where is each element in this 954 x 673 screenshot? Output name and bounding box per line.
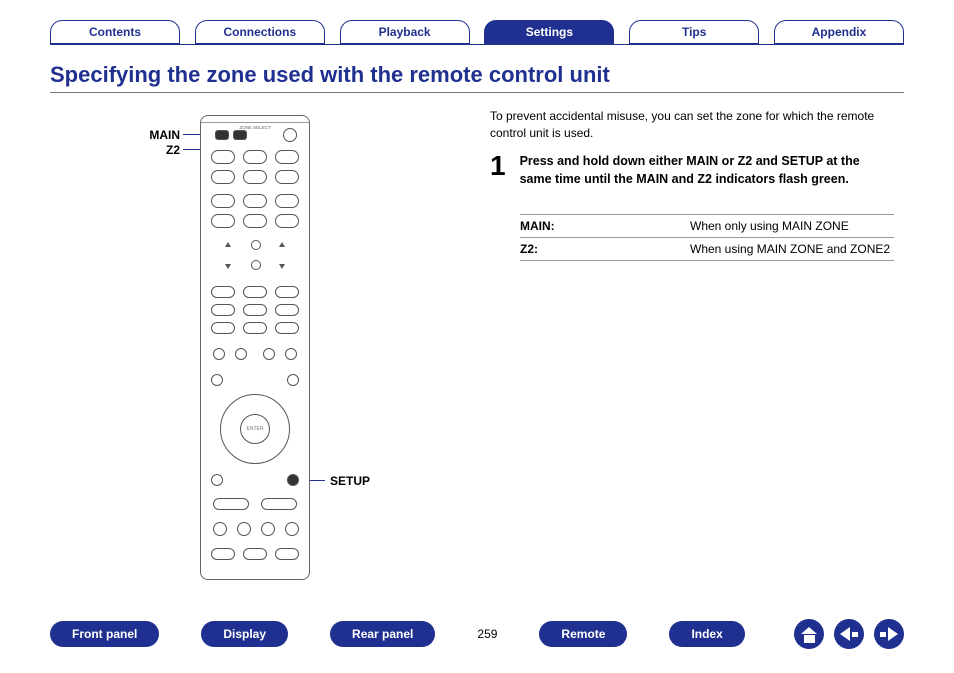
definitions-table: MAIN: When only using MAIN ZONE Z2: When… bbox=[520, 214, 894, 261]
remote-btn bbox=[211, 170, 235, 184]
sound-mode-btn bbox=[275, 548, 299, 560]
nav-icons bbox=[794, 619, 904, 649]
def-term-main: MAIN: bbox=[520, 219, 690, 233]
remote-btn bbox=[263, 348, 275, 360]
next-page-button[interactable] bbox=[874, 619, 904, 649]
table-row: Z2: When using MAIN ZONE and ZONE2 bbox=[520, 238, 894, 261]
intro-text: To prevent accidental misuse, you can se… bbox=[490, 108, 894, 143]
tab-settings[interactable]: Settings bbox=[484, 20, 614, 44]
remote-btn bbox=[213, 348, 225, 360]
remote-btn bbox=[211, 286, 235, 298]
remote-btn bbox=[211, 304, 235, 316]
page-number: 259 bbox=[477, 627, 497, 641]
tab-connections[interactable]: Connections bbox=[195, 20, 325, 44]
home-button[interactable] bbox=[794, 619, 824, 649]
power-button-icon bbox=[283, 128, 297, 142]
callout-setup-label: SETUP bbox=[330, 474, 390, 488]
nav-front-panel[interactable]: Front panel bbox=[50, 621, 159, 647]
nav-display[interactable]: Display bbox=[201, 621, 288, 647]
smart-select-4-icon bbox=[285, 522, 299, 536]
smart-select-3-icon bbox=[261, 522, 275, 536]
remote-btn bbox=[275, 194, 299, 208]
def-desc-z2: When using MAIN ZONE and ZONE2 bbox=[690, 242, 894, 256]
cursor-ring: ENTER bbox=[220, 394, 290, 464]
remote-btn bbox=[243, 322, 267, 334]
remote-btn bbox=[211, 194, 235, 208]
remote-btn bbox=[275, 322, 299, 334]
remote-btn bbox=[275, 286, 299, 298]
enter-button-icon: ENTER bbox=[240, 414, 270, 444]
tab-underline bbox=[50, 44, 904, 45]
remote-btn bbox=[287, 374, 299, 386]
vol-up-icon bbox=[279, 242, 285, 247]
tab-contents[interactable]: Contents bbox=[50, 20, 180, 44]
remote-btn bbox=[285, 348, 297, 360]
table-row: MAIN: When only using MAIN ZONE bbox=[520, 214, 894, 238]
setup-button-icon bbox=[287, 474, 299, 486]
remote-btn bbox=[243, 194, 267, 208]
sound-mode-btn bbox=[243, 548, 267, 560]
tab-playback[interactable]: Playback bbox=[340, 20, 470, 44]
nav-index[interactable]: Index bbox=[669, 621, 744, 647]
remote-btn bbox=[211, 374, 223, 386]
vol-down-icon bbox=[279, 264, 285, 269]
remote-btn bbox=[243, 170, 267, 184]
remote-body: ZONE SELECT bbox=[200, 115, 310, 580]
remote-illustration: ZONE SELECT bbox=[200, 115, 310, 580]
step-number: 1 bbox=[490, 152, 506, 188]
smart-select-1-icon bbox=[213, 522, 227, 536]
eco-btn-icon bbox=[251, 240, 261, 250]
def-term-z2: Z2: bbox=[520, 242, 690, 256]
nav-rear-panel[interactable]: Rear panel bbox=[330, 621, 435, 647]
remote-btn bbox=[211, 150, 235, 164]
remote-btn bbox=[211, 322, 235, 334]
title-underline bbox=[50, 92, 904, 93]
step-instruction: Press and hold down either MAIN or Z2 an… bbox=[520, 152, 894, 188]
back-btn-icon bbox=[211, 474, 223, 486]
callout-main-label: MAIN bbox=[110, 128, 180, 142]
sound-mode-btn bbox=[211, 548, 235, 560]
nav-remote[interactable]: Remote bbox=[539, 621, 627, 647]
arrow-right-icon bbox=[880, 627, 898, 641]
top-tab-bar: Contents Connections Playback Settings T… bbox=[50, 20, 904, 44]
ch-down-icon bbox=[225, 264, 231, 269]
z2-button-icon bbox=[233, 130, 247, 140]
remote-btn bbox=[211, 214, 235, 228]
tune-up-icon bbox=[261, 498, 297, 510]
mute-btn-icon bbox=[251, 260, 261, 270]
prev-page-button[interactable] bbox=[834, 619, 864, 649]
tab-appendix[interactable]: Appendix bbox=[774, 20, 904, 44]
page-title: Specifying the zone used with the remote… bbox=[50, 62, 610, 88]
tab-tips[interactable]: Tips bbox=[629, 20, 759, 44]
remote-btn bbox=[275, 304, 299, 316]
remote-btn bbox=[275, 214, 299, 228]
step-block: 1 Press and hold down either MAIN or Z2 … bbox=[490, 152, 894, 188]
bottom-nav: Front panel Display Rear panel 259 Remot… bbox=[50, 619, 904, 649]
home-icon bbox=[794, 619, 824, 649]
remote-btn bbox=[235, 348, 247, 360]
arrow-left-icon bbox=[840, 627, 858, 641]
def-desc-main: When only using MAIN ZONE bbox=[690, 219, 894, 233]
remote-btn bbox=[243, 304, 267, 316]
callout-z2-label: Z2 bbox=[110, 143, 180, 157]
remote-btn bbox=[243, 150, 267, 164]
remote-btn bbox=[243, 214, 267, 228]
remote-btn bbox=[275, 170, 299, 184]
smart-select-2-icon bbox=[237, 522, 251, 536]
tune-down-icon bbox=[213, 498, 249, 510]
ch-up-icon bbox=[225, 242, 231, 247]
remote-btn bbox=[275, 150, 299, 164]
remote-btn bbox=[243, 286, 267, 298]
main-button-icon bbox=[215, 130, 229, 140]
